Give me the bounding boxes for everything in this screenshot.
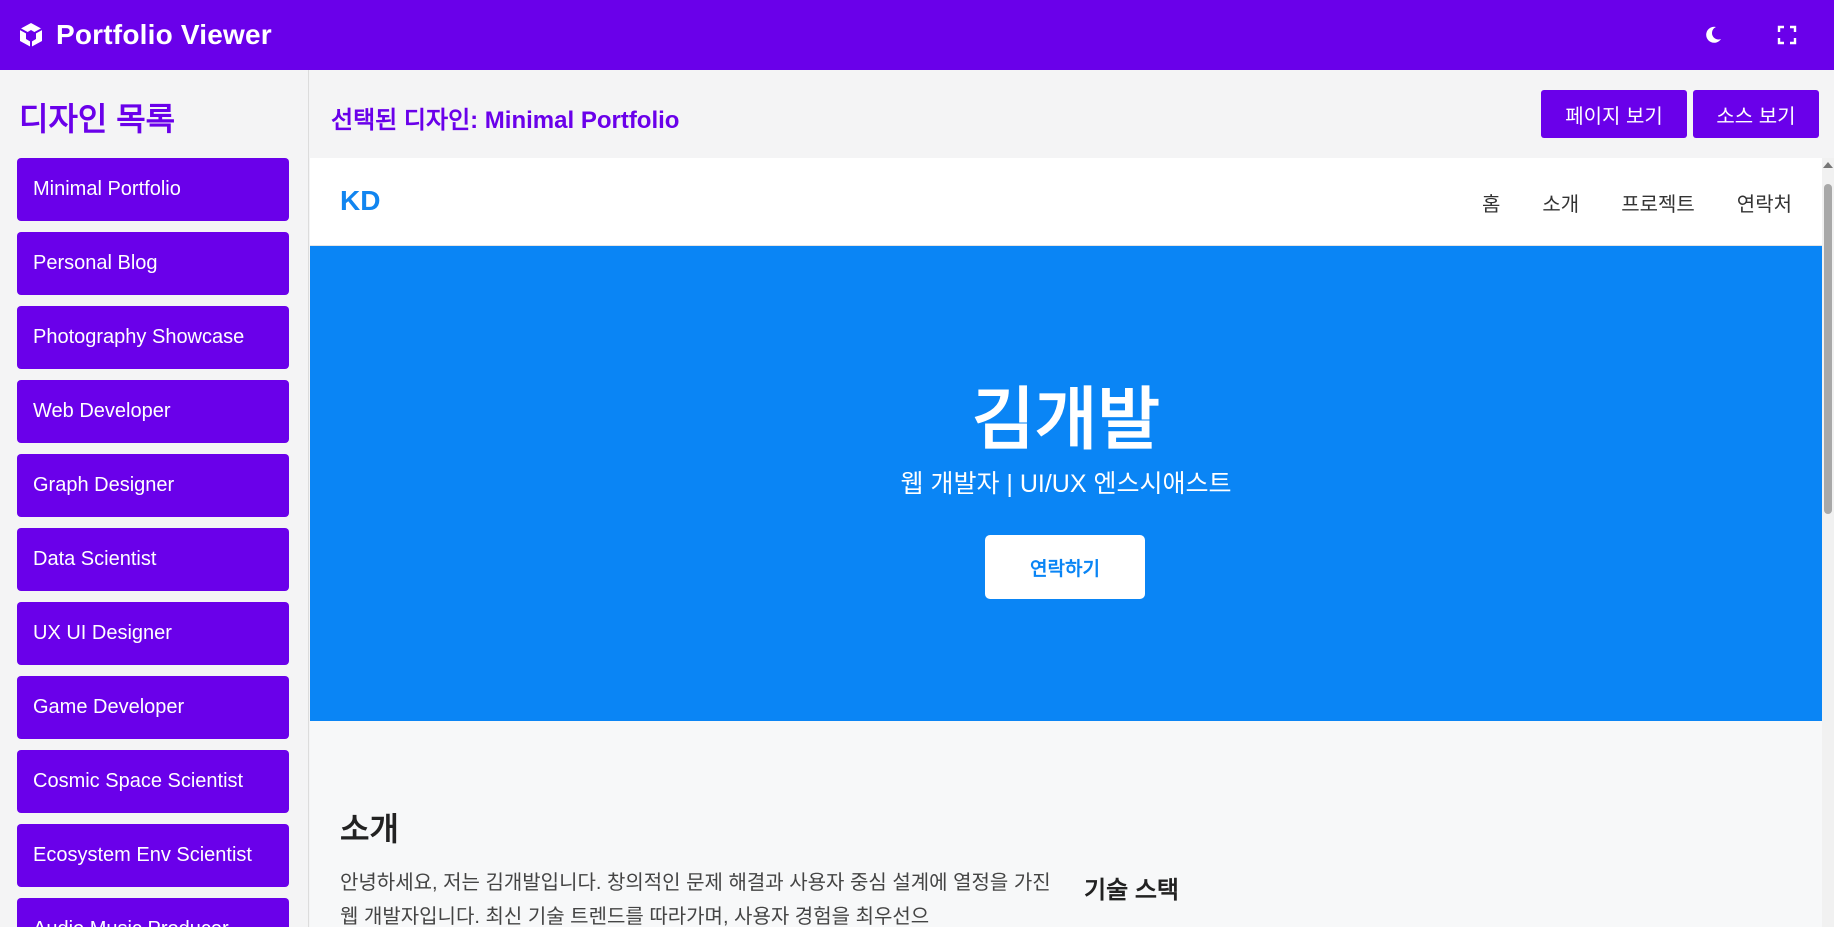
scroll-up-icon[interactable]: [1823, 162, 1833, 168]
design-sidebar: 디자인 목록 Minimal Portfolio Personal Blog P…: [0, 70, 309, 927]
sidebar-item-web-developer[interactable]: Web Developer: [17, 380, 289, 443]
hero-section: 김개발 웹 개발자 | UI/UX 엔스시애스트 연락하기: [310, 246, 1822, 721]
selected-design-label: 선택된 디자인: Minimal Portfolio: [331, 107, 680, 134]
sidebar-item-data-scientist[interactable]: Data Scientist: [17, 528, 289, 591]
design-list: Minimal Portfolio Personal Blog Photogra…: [17, 158, 289, 927]
preview-frame: KD 홈 소개 프로젝트 연락처 김개발 웹 개발자 | UI/UX 엔스시애스…: [310, 158, 1822, 927]
sidebar-title: 디자인 목록: [19, 101, 176, 137]
cube-icon: [16, 20, 46, 50]
hero-name: 김개발: [972, 382, 1160, 458]
sidebar-item-ux-ui-designer[interactable]: UX UI Designer: [17, 602, 289, 665]
fullscreen-icon[interactable]: [1770, 18, 1804, 52]
sidebar-item-ecosystem-env-scientist[interactable]: Ecosystem Env Scientist: [17, 824, 289, 887]
sidebar-item-minimal-portfolio[interactable]: Minimal Portfolio: [17, 158, 289, 221]
nav-link-contact[interactable]: 연락처: [1737, 188, 1792, 217]
sidebar-item-cosmic-space-scientist[interactable]: Cosmic Space Scientist: [17, 750, 289, 813]
nav-link-projects[interactable]: 프로젝트: [1621, 188, 1695, 217]
preview-nav-links: 홈 소개 프로젝트 연락처: [1440, 188, 1792, 217]
preview-scrollbar[interactable]: [1822, 158, 1834, 927]
scrollbar-thumb[interactable]: [1824, 184, 1832, 514]
sidebar-item-photography-showcase[interactable]: Photography Showcase: [17, 306, 289, 369]
sidebar-item-game-developer[interactable]: Game Developer: [17, 676, 289, 739]
sidebar-item-graph-designer[interactable]: Graph Designer: [17, 454, 289, 517]
hero-tagline: 웹 개발자 | UI/UX 엔스시애스트: [900, 470, 1232, 498]
app-title: Portfolio Viewer: [56, 19, 272, 50]
view-source-button[interactable]: 소스 보기: [1693, 90, 1819, 138]
contact-button[interactable]: 연락하기: [985, 535, 1145, 599]
about-text: 안녕하세요, 저는 김개발입니다. 창의적인 문제 해결과 사용자 중심 설계에…: [340, 872, 1051, 927]
sidebar-item-audio-music-producer[interactable]: Audio Music Producer: [17, 898, 289, 927]
about-title: 소개: [340, 811, 399, 847]
nav-link-about[interactable]: 소개: [1542, 188, 1579, 217]
moon-icon[interactable]: [1696, 18, 1730, 52]
sidebar-item-personal-blog[interactable]: Personal Blog: [17, 232, 289, 295]
preview-navbar: KD 홈 소개 프로젝트 연락처: [310, 158, 1822, 246]
app-header: Portfolio Viewer: [0, 0, 1834, 70]
preview-brand[interactable]: KD: [340, 185, 380, 217]
skills-title: 기술 스택: [1084, 877, 1179, 904]
view-page-button[interactable]: 페이지 보기: [1541, 90, 1687, 138]
nav-link-home[interactable]: 홈: [1482, 188, 1500, 217]
main-header: 선택된 디자인: Minimal Portfolio 페이지 보기 소스 보기: [310, 70, 1834, 158]
